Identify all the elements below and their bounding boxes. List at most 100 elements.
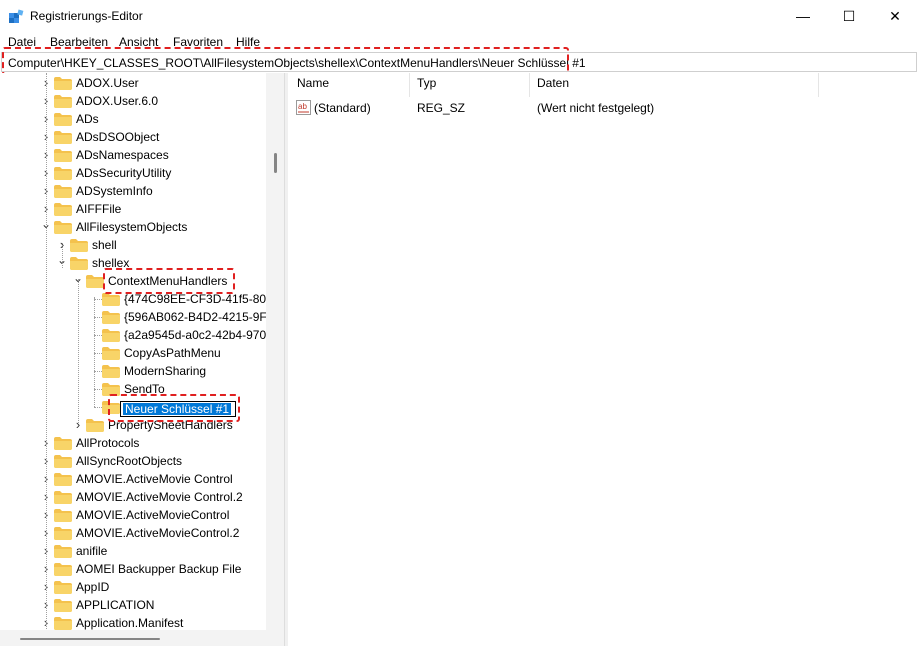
close-button[interactable]: ✕ bbox=[872, 0, 918, 32]
tree-vertical-scroll-thumb[interactable] bbox=[274, 153, 277, 173]
tree-node-label: ModernSharing bbox=[124, 364, 207, 378]
folder-icon bbox=[54, 455, 72, 468]
tree-node[interactable]: › AMOVIE.ActiveMovieControl.2 bbox=[40, 524, 284, 542]
tree-node[interactable]: › ADsDSOObject bbox=[40, 128, 284, 146]
tree-node[interactable]: › ADsNamespaces bbox=[40, 146, 284, 164]
pane-splitter[interactable] bbox=[284, 73, 288, 646]
column-separator[interactable] bbox=[818, 73, 819, 97]
tree-guide-line bbox=[78, 279, 79, 423]
folder-icon bbox=[54, 545, 72, 558]
folder-icon bbox=[102, 347, 120, 360]
tree-node[interactable]: › AIFFFile bbox=[40, 200, 284, 218]
tree-node[interactable]: › AMOVIE.ActiveMovie Control bbox=[40, 470, 284, 488]
folder-icon bbox=[54, 113, 72, 126]
tree-guide-line bbox=[46, 73, 47, 633]
tree-node-label: ContextMenuHandlers bbox=[108, 274, 228, 288]
folder-icon bbox=[102, 401, 120, 414]
rename-key-text: Neuer Schlüssel #1 bbox=[123, 402, 232, 416]
minimize-button[interactable]: — bbox=[780, 0, 826, 32]
tree-node[interactable]: {474C98EE-CF3D-41f5-80E3 bbox=[88, 290, 284, 308]
column-header-typ[interactable]: Typ bbox=[417, 76, 436, 90]
menu-bearbeiten[interactable]: Bearbeiten bbox=[50, 35, 108, 49]
menu-datei[interactable]: Datei bbox=[8, 35, 36, 49]
tree-node[interactable]: › ADSystemInfo bbox=[40, 182, 284, 200]
address-bar[interactable]: Computer\HKEY_CLASSES_ROOT\AllFilesystem… bbox=[1, 52, 917, 72]
folder-icon bbox=[54, 77, 72, 90]
tree-node[interactable]: › anifile bbox=[40, 542, 284, 560]
tree-node[interactable]: › ADOX.User bbox=[40, 74, 284, 92]
tree-node[interactable]: ⌄ ContextMenuHandlers bbox=[72, 272, 284, 290]
folder-icon bbox=[54, 473, 72, 486]
tree-node[interactable]: › shell bbox=[56, 236, 284, 254]
tree-node[interactable]: › ADsSecurityUtility bbox=[40, 164, 284, 182]
tree-node[interactable]: ⌄ AllFilesystemObjects bbox=[40, 218, 284, 236]
tree-node-label: ADs bbox=[76, 112, 99, 126]
tree-node[interactable]: SendTo bbox=[88, 380, 284, 398]
folder-icon bbox=[54, 203, 72, 216]
tree-node-label: AMOVIE.ActiveMovie Control bbox=[76, 472, 233, 486]
menu-hilfe[interactable]: Hilfe bbox=[236, 35, 260, 49]
folder-icon bbox=[102, 383, 120, 396]
tree-node[interactable]: › AOMEI Backupper Backup File bbox=[40, 560, 284, 578]
folder-icon bbox=[54, 167, 72, 180]
tree-node[interactable]: › ADs bbox=[40, 110, 284, 128]
folder-icon bbox=[54, 437, 72, 450]
window-title: Registrierungs-Editor bbox=[30, 9, 143, 23]
tree-node-label: anifile bbox=[76, 544, 108, 558]
maximize-button[interactable]: ☐ bbox=[826, 0, 872, 32]
tree-horizontal-scrollbar[interactable] bbox=[0, 630, 284, 646]
ab-string-icon: ab bbox=[296, 100, 311, 115]
folder-icon bbox=[54, 149, 72, 162]
tree-node[interactable]: › AMOVIE.ActiveMovieControl bbox=[40, 506, 284, 524]
tree-node[interactable]: ⌄ shellex bbox=[56, 254, 284, 272]
tree-node[interactable]: › AppID bbox=[40, 578, 284, 596]
column-separator[interactable] bbox=[529, 73, 530, 97]
tree-node-label: CopyAsPathMenu bbox=[124, 346, 221, 360]
tree-node-label: AMOVIE.ActiveMovieControl.2 bbox=[76, 526, 240, 540]
folder-icon bbox=[54, 581, 72, 594]
tree-node-label: ADsNamespaces bbox=[76, 148, 169, 162]
tree-node-label: AMOVIE.ActiveMovie Control.2 bbox=[76, 490, 243, 504]
folder-icon bbox=[54, 221, 72, 234]
tree-node-label: APPLICATION bbox=[76, 598, 155, 612]
menu-ansicht[interactable]: Ansicht bbox=[119, 35, 158, 49]
rename-key-input[interactable]: Neuer Schlüssel #1 bbox=[120, 401, 236, 417]
column-header-daten[interactable]: Daten bbox=[537, 76, 569, 90]
tree-node[interactable]: {596AB062-B4D2-4215-9F74 bbox=[88, 308, 284, 326]
tree-node-label: AOMEI Backupper Backup File bbox=[76, 562, 242, 576]
folder-icon bbox=[86, 419, 104, 432]
tree-node[interactable]: ModernSharing bbox=[88, 362, 284, 380]
tree-node-label: shellex bbox=[92, 256, 130, 270]
tree-node[interactable]: › AllSyncRootObjects bbox=[40, 452, 284, 470]
registry-editor-icon bbox=[9, 9, 24, 23]
tree-node[interactable]: {a2a9545d-a0c2-42b4-9708- bbox=[88, 326, 284, 344]
tree-node-label: AMOVIE.ActiveMovieControl bbox=[76, 508, 230, 522]
tree-node-label: AIFFFile bbox=[76, 202, 122, 216]
tree-horizontal-scroll-thumb[interactable] bbox=[20, 638, 160, 640]
tree-node-label: PropertySheetHandlers bbox=[108, 418, 233, 432]
folder-icon bbox=[102, 293, 120, 306]
tree-node-label: ADsSecurityUtility bbox=[76, 166, 172, 180]
folder-icon bbox=[102, 365, 120, 378]
value-name[interactable]: (Standard) bbox=[314, 101, 371, 115]
folder-icon bbox=[54, 185, 72, 198]
menu-favoriten[interactable]: Favoriten bbox=[173, 35, 223, 49]
tree-node-label: ADOX.User bbox=[76, 76, 139, 90]
values-list[interactable]: Name Typ Daten ab (Standard) REG_SZ (Wer… bbox=[289, 73, 919, 646]
column-header-name[interactable]: Name bbox=[297, 76, 329, 90]
tree-node[interactable]: CopyAsPathMenu bbox=[88, 344, 284, 362]
tree-node[interactable]: › APPLICATION bbox=[40, 596, 284, 614]
tree-node[interactable]: › AMOVIE.ActiveMovie Control.2 bbox=[40, 488, 284, 506]
address-path: Computer\HKEY_CLASSES_ROOT\AllFilesystem… bbox=[8, 56, 586, 70]
folder-icon bbox=[54, 527, 72, 540]
tree-node-label: AppID bbox=[76, 580, 110, 594]
column-separator[interactable] bbox=[409, 73, 410, 97]
tree-node-label: {474C98EE-CF3D-41f5-80E3 bbox=[124, 292, 281, 306]
tree-node-label: {a2a9545d-a0c2-42b4-9708- bbox=[124, 328, 277, 342]
tree-vertical-scrollbar[interactable] bbox=[266, 73, 284, 633]
tree-node-label: {596AB062-B4D2-4215-9F74 bbox=[124, 310, 281, 324]
tree-node[interactable]: › PropertySheetHandlers bbox=[72, 416, 284, 434]
registry-tree[interactable]: › ADOX.User › ADOX.User.6.0 › ADs › ADsDSOObjec… bbox=[0, 73, 284, 633]
tree-node[interactable]: › AllProtocols bbox=[40, 434, 284, 452]
tree-node[interactable]: › ADOX.User.6.0 bbox=[40, 92, 284, 110]
